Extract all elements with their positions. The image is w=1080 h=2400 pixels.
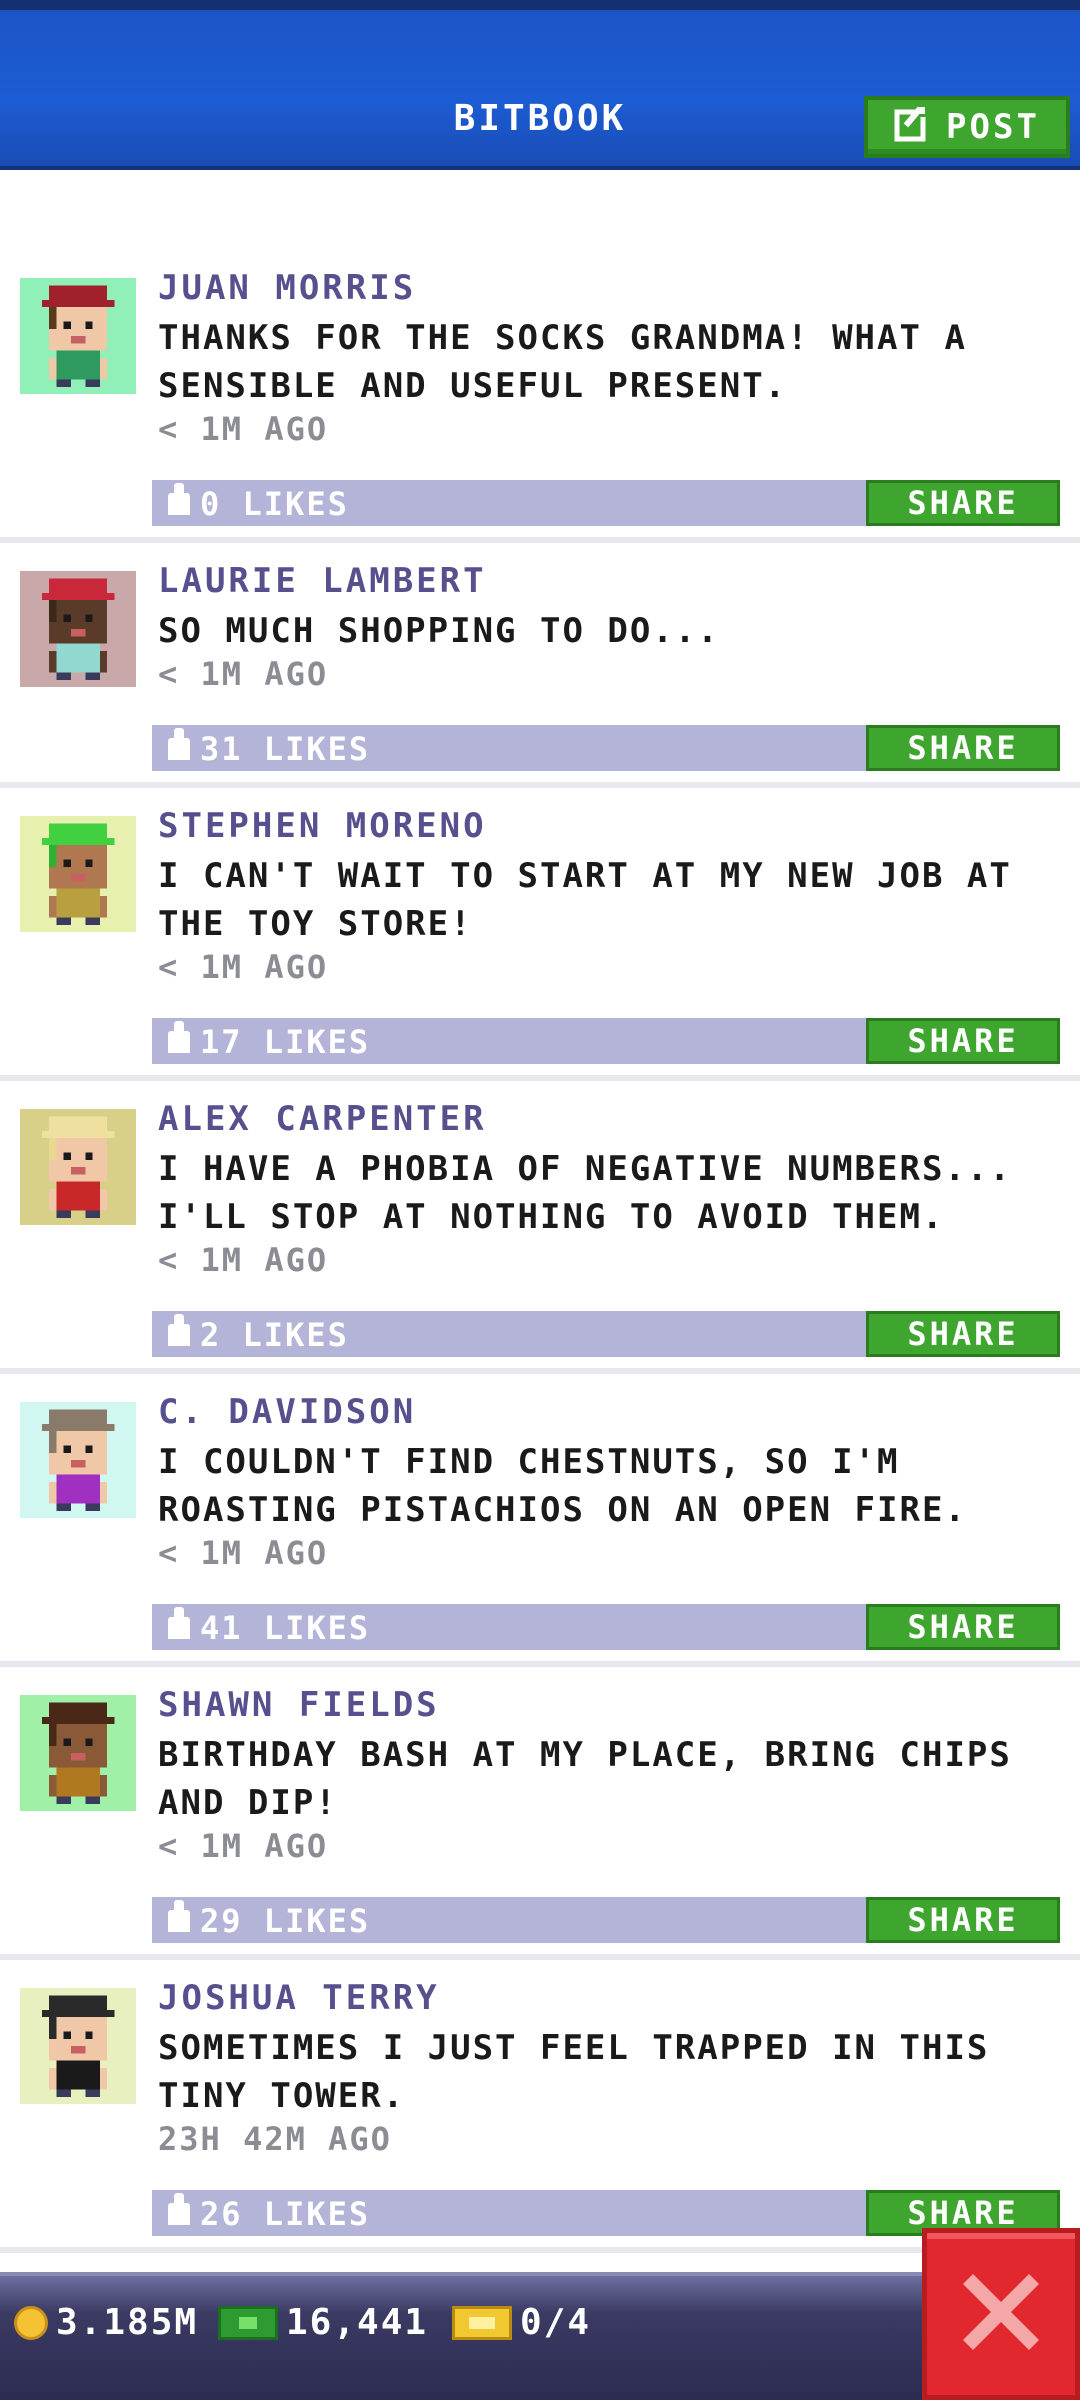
share-button[interactable]: SHARE	[866, 480, 1060, 526]
likes-count[interactable]: 29 LIKES	[168, 1900, 371, 1940]
like-icon[interactable]	[168, 483, 190, 515]
likes-label: 41 LIKES	[200, 1609, 371, 1647]
share-button[interactable]: SHARE	[866, 1604, 1060, 1650]
likes-bar[interactable]: 29 LIKES SHARE	[152, 1897, 1060, 1943]
share-button[interactable]: SHARE	[866, 1311, 1060, 1357]
like-icon[interactable]	[168, 1021, 190, 1053]
share-button[interactable]: SHARE	[866, 1897, 1060, 1943]
post-author[interactable]: LAURIE LAMBERT	[158, 561, 487, 601]
likes-count[interactable]: 41 LIKES	[168, 1607, 371, 1647]
post-author[interactable]: JOSHUA TERRY	[158, 1978, 440, 2018]
feed-post: JUAN MORRIS THANKS FOR THE SOCKS GRANDMA…	[0, 250, 1080, 543]
post-message: SOMETIMES I JUST FEEL TRAPPED IN THIS TI…	[158, 2028, 990, 2116]
feed-post: ALEX CARPENTER I HAVE A PHOBIA OF NEGATI…	[0, 1081, 1080, 1374]
post-message: I COULDN'T FIND CHESTNUTS, SO I'M ROASTI…	[158, 1442, 967, 1530]
post-timestamp: < 1M AGO	[158, 1827, 329, 1865]
ticket-icon	[452, 2305, 512, 2340]
likes-count[interactable]: 17 LIKES	[168, 1021, 371, 1061]
post-timestamp: < 1M AGO	[158, 410, 329, 448]
post-timestamp: < 1M AGO	[158, 1534, 329, 1572]
likes-bar[interactable]: 17 LIKES SHARE	[152, 1018, 1060, 1064]
likes-bar[interactable]: 0 LIKES SHARE	[152, 480, 1060, 526]
likes-label: 31 LIKES	[200, 730, 371, 768]
post-timestamp: 23H 42M AGO	[158, 2120, 392, 2158]
like-icon[interactable]	[168, 1900, 190, 1932]
coin-icon	[14, 2305, 48, 2340]
likes-count[interactable]: 0 LIKES	[168, 483, 349, 523]
like-icon[interactable]	[168, 1607, 190, 1639]
likes-label: 0 LIKES	[200, 485, 349, 523]
likes-count[interactable]: 31 LIKES	[168, 728, 371, 768]
post-message: BIRTHDAY BASH AT MY PLACE, BRING CHIPS A…	[158, 1735, 1012, 1823]
feed-post: C. DAVIDSON I COULDN'T FIND CHESTNUTS, S…	[0, 1374, 1080, 1667]
post-feed: JUAN MORRIS THANKS FOR THE SOCKS GRANDMA…	[0, 250, 1080, 2253]
feed-post: LAURIE LAMBERT SO MUCH SHOPPING TO DO...…	[0, 543, 1080, 788]
post-message: THANKS FOR THE SOCKS GRANDMA! WHAT A SEN…	[158, 318, 967, 406]
bux-icon	[218, 2305, 278, 2340]
avatar[interactable]	[20, 1402, 136, 1518]
avatar[interactable]	[20, 1109, 136, 1225]
feed-post: STEPHEN MORENO I CAN'T WAIT TO START AT …	[0, 788, 1080, 1081]
post-author[interactable]: SHAWN FIELDS	[158, 1685, 440, 1725]
avatar[interactable]	[20, 1988, 136, 2104]
post-timestamp: < 1M AGO	[158, 655, 329, 693]
post-message: I HAVE A PHOBIA OF NEGATIVE NUMBERS... I…	[158, 1149, 1012, 1237]
avatar[interactable]	[20, 278, 136, 394]
top-bar: BITBOOK POST	[0, 0, 1080, 170]
bux-stat: 16,441	[218, 2302, 428, 2343]
post-label: POST	[946, 107, 1040, 147]
tickets-value: 0/4	[520, 2302, 592, 2343]
close-icon	[963, 2274, 1039, 2354]
post-timestamp: < 1M AGO	[158, 1241, 329, 1279]
edit-icon	[894, 103, 933, 151]
like-icon[interactable]	[168, 728, 190, 760]
likes-bar[interactable]: 31 LIKES SHARE	[152, 725, 1060, 771]
post-message: SO MUCH SHOPPING TO DO...	[158, 611, 720, 651]
likes-bar[interactable]: 2 LIKES SHARE	[152, 1311, 1060, 1357]
coins-value: 3.185M	[56, 2302, 199, 2343]
currency-bar: 3.185M 16,441 0/4	[0, 2272, 1080, 2400]
feed-post: JOSHUA TERRY SOMETIMES I JUST FEEL TRAPP…	[0, 1960, 1080, 2253]
post-author[interactable]: C. DAVIDSON	[158, 1392, 416, 1432]
likes-count[interactable]: 2 LIKES	[168, 1314, 349, 1354]
share-button[interactable]: SHARE	[866, 725, 1060, 771]
likes-label: 17 LIKES	[200, 1023, 371, 1061]
post-author[interactable]: ALEX CARPENTER	[158, 1099, 487, 1139]
tickets-stat: 0/4	[452, 2302, 591, 2343]
likes-bar[interactable]: 41 LIKES SHARE	[152, 1604, 1060, 1650]
share-button[interactable]: SHARE	[866, 1018, 1060, 1064]
likes-label: 26 LIKES	[200, 2195, 371, 2233]
post-author[interactable]: STEPHEN MORENO	[158, 806, 487, 846]
likes-label: 2 LIKES	[200, 1316, 349, 1354]
likes-count[interactable]: 26 LIKES	[168, 2193, 371, 2233]
likes-label: 29 LIKES	[200, 1902, 371, 1940]
avatar[interactable]	[20, 1695, 136, 1811]
close-button[interactable]	[922, 2228, 1080, 2400]
post-message: I CAN'T WAIT TO START AT MY NEW JOB AT T…	[158, 856, 1012, 944]
avatar[interactable]	[20, 571, 136, 687]
post-author[interactable]: JUAN MORRIS	[158, 268, 416, 308]
like-icon[interactable]	[168, 2193, 190, 2225]
like-icon[interactable]	[168, 1314, 190, 1346]
bux-value: 16,441	[286, 2302, 429, 2343]
coins-stat: 3.185M	[14, 2302, 198, 2343]
post-timestamp: < 1M AGO	[158, 948, 329, 986]
feed-post: SHAWN FIELDS BIRTHDAY BASH AT MY PLACE, …	[0, 1667, 1080, 1960]
avatar[interactable]	[20, 816, 136, 932]
post-button[interactable]: POST	[864, 96, 1070, 158]
status-strip	[0, 0, 1080, 10]
